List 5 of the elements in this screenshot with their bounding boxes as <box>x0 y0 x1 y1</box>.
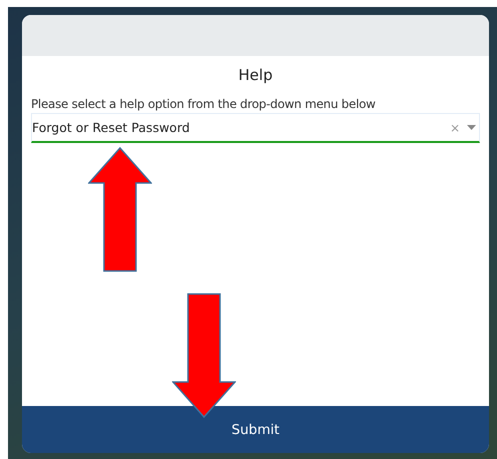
caret-icon[interactable] <box>467 125 476 130</box>
help-option-dropdown[interactable]: Forgot or Reset Password × <box>31 113 480 143</box>
instruction-text: Please select a help option from the drop-down menu below <box>31 97 376 111</box>
dialog-title: Help <box>237 66 274 86</box>
submit-button[interactable]: Submit <box>22 406 489 453</box>
